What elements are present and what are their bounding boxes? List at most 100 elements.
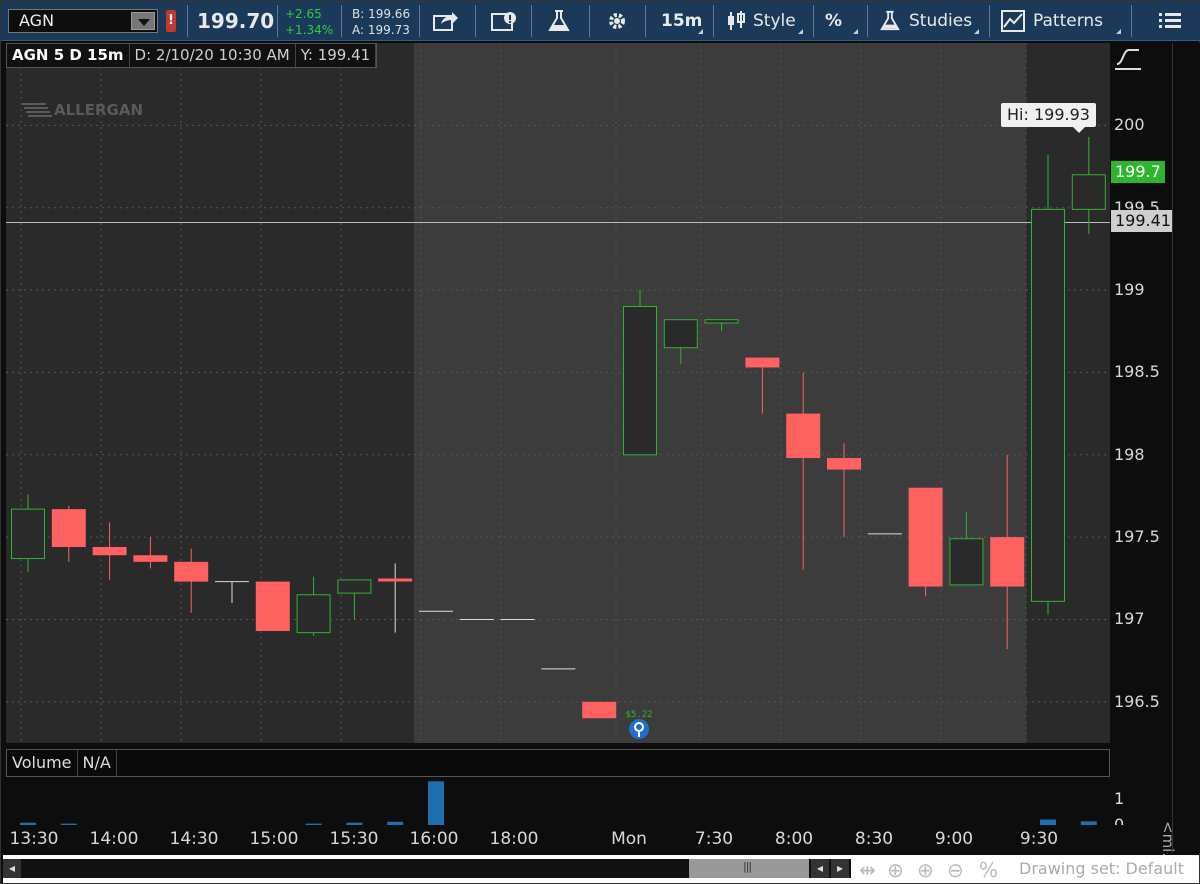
scroll-left-button[interactable]: ◂: [3, 859, 21, 878]
price-axis-tick: 199: [1114, 280, 1145, 300]
separator: [475, 5, 476, 37]
candle-body: [663, 319, 698, 349]
patterns-menu[interactable]: Patterns: [1001, 1, 1103, 41]
time-axis-tick: 14:30: [169, 829, 219, 849]
time-axis-tick: 8:30: [854, 829, 894, 849]
candle-body: [255, 581, 290, 631]
right-panel-strip: <mi...: [1159, 43, 1200, 867]
volume-value: N/A: [78, 750, 117, 776]
candle-body: [704, 319, 739, 324]
studies-menu[interactable]: Studies: [879, 1, 972, 41]
cursor-y: Y: 199.41: [296, 44, 377, 67]
candle-body: [949, 538, 984, 586]
candle: [623, 290, 657, 456]
price-change: +2.65: [285, 7, 322, 21]
share-icon[interactable]: [433, 1, 459, 41]
candle-body: [51, 509, 86, 547]
volume-canvas: [20, 781, 1097, 825]
time-axis-tick: 9:00: [934, 829, 974, 849]
volume-chart[interactable]: [6, 777, 1110, 825]
symbol-dropdown-button[interactable]: [131, 12, 155, 30]
volume-bar: [346, 822, 363, 825]
scrollbar-thumb[interactable]: [689, 859, 809, 878]
interval-selector[interactable]: 15m: [661, 1, 702, 41]
volume-header: Volume N/A: [6, 749, 1110, 777]
chevron-down-icon: [698, 24, 703, 34]
time-axis-tick: Mon: [611, 829, 647, 849]
time-axis-tick: 14:00: [89, 829, 139, 849]
candle-body: [174, 561, 209, 582]
crosshair-icon[interactable]: ⊕: [887, 858, 904, 882]
time-axis-tick: 16:00: [409, 829, 459, 849]
price-chart[interactable]: ALLERGAN $5.22: [6, 43, 1110, 743]
candle-body: [745, 357, 780, 368]
patterns-icon: [1001, 10, 1025, 32]
scroll-left-icon[interactable]: ◂: [811, 859, 829, 878]
time-axis-tick: 7:30: [694, 829, 734, 849]
watermark-stripe: [28, 115, 52, 117]
bid-price: B: 199.66: [352, 7, 411, 21]
studies-label: Studies: [909, 11, 973, 31]
price-axis-tick: 197.5: [1114, 527, 1160, 547]
candle-body: [623, 306, 657, 456]
expand-horizontal-icon[interactable]: ⇹: [859, 858, 876, 882]
time-axis-tick: 15:00: [249, 829, 299, 849]
gear-icon[interactable]: [605, 1, 629, 41]
separator: [531, 5, 532, 37]
time-axis-tick: 15:30: [329, 829, 379, 849]
symbol-input[interactable]: AGN: [8, 9, 158, 33]
candle-body: [133, 555, 168, 562]
candle-body: [827, 458, 861, 470]
zoom-out-icon[interactable]: ⊖: [947, 858, 964, 882]
watermark-stripe: [22, 103, 46, 105]
style-menu[interactable]: Style: [725, 1, 796, 41]
percent-icon[interactable]: %: [825, 1, 842, 41]
volume-label: Volume: [7, 750, 78, 776]
volume-bar: [428, 781, 444, 825]
chart-style-icon[interactable]: [1115, 46, 1141, 70]
flask-icon: [880, 10, 900, 31]
volume-bar: [60, 823, 77, 825]
volume-bar: [387, 821, 404, 825]
time-axis[interactable]: 13:30 14:00 14:30 15:00 15:30 16:00 18:00 Mon 7:…: [6, 827, 1110, 853]
separator: [419, 5, 420, 37]
candle-body: [337, 579, 372, 594]
patterns-label: Patterns: [1033, 11, 1104, 31]
menu-icon[interactable]: [1159, 1, 1181, 41]
scroll-right-icon[interactable]: ▸: [831, 859, 849, 878]
last-price: 199.70: [197, 9, 275, 33]
time-axis-tick: 8:00: [774, 829, 814, 849]
chevron-down-icon: [1116, 24, 1121, 34]
candle-body: [296, 594, 331, 634]
volume-bar: [20, 822, 36, 825]
dividend-label: $5.22: [625, 710, 652, 720]
separator: [867, 5, 868, 37]
candle-body: [92, 547, 127, 556]
chart-info-bar: AGN 5 D 15m D: 2/10/20 10:30 AM Y: 199.4…: [6, 43, 378, 68]
separator: [277, 5, 278, 37]
price-change-pct: +1.34%: [285, 23, 334, 37]
flask-icon[interactable]: [547, 1, 571, 41]
candle-body: [990, 537, 1025, 587]
candle: [908, 487, 943, 597]
candle: [582, 701, 617, 719]
chart-info-icon[interactable]: [491, 1, 519, 41]
crosshair-price-tag: 199.41: [1111, 210, 1175, 232]
volume-axis-tick: 0: [1114, 815, 1125, 825]
alert-icon[interactable]: !: [166, 10, 176, 32]
style-label: Style: [753, 11, 796, 31]
percent-icon[interactable]: %: [979, 858, 998, 882]
volume-bar: [1080, 821, 1097, 825]
separator: [341, 5, 342, 37]
candle-body: [786, 413, 821, 459]
ask-price: A: 199.73: [352, 23, 410, 37]
volume-bar: [1040, 819, 1056, 825]
chevron-down-icon: [974, 24, 979, 34]
zoom-in-icon[interactable]: ⊕: [917, 858, 934, 882]
price-axis[interactable]: 200 199.5 199 198.5 198 197.5 197 196.5: [1110, 43, 1172, 743]
price-axis-tick: 198.5: [1114, 362, 1160, 382]
drawing-set-label[interactable]: Drawing set: Default: [1019, 859, 1184, 878]
candle-body: [908, 487, 943, 587]
separator: [813, 5, 814, 37]
watermark-logo: ALLERGAN: [54, 101, 143, 119]
